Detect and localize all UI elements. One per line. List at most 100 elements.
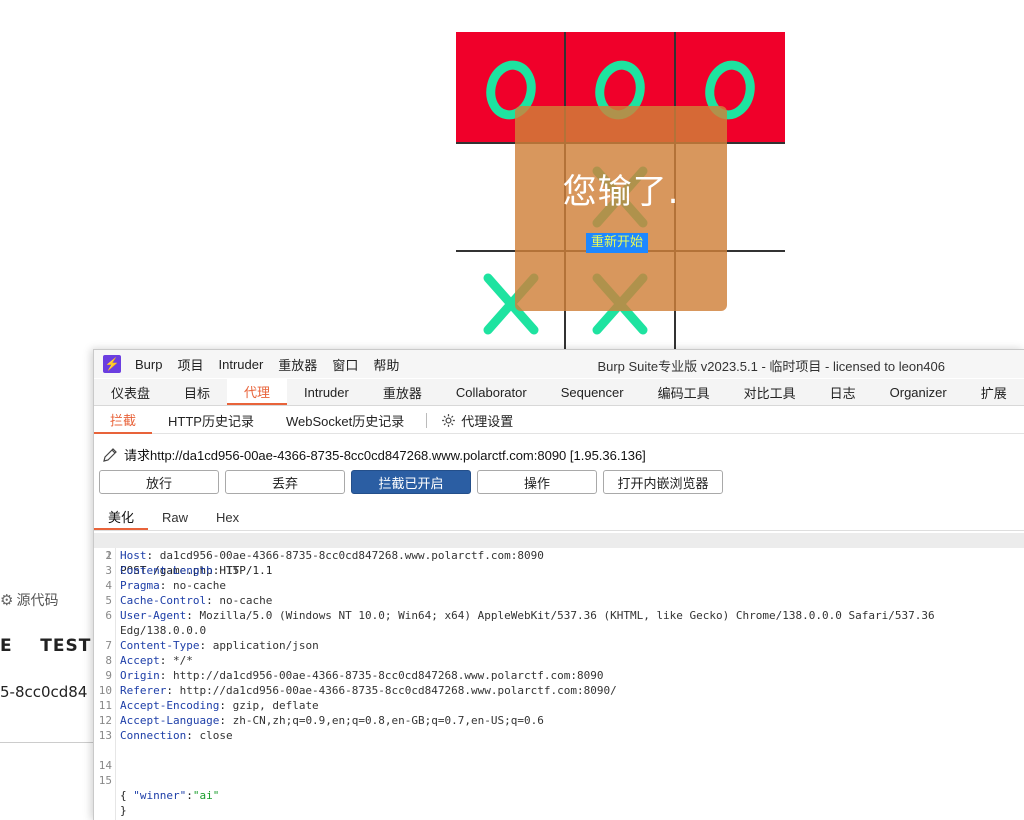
- view-source-label: 源代码: [16, 593, 59, 609]
- restart-button[interactable]: 重新开始: [586, 233, 649, 253]
- tab-decoder[interactable]: 编码工具: [641, 379, 727, 405]
- header-content: Accept: */*: [120, 654, 193, 667]
- tab-collaborator[interactable]: Collaborator: [439, 379, 544, 405]
- tab-dashboard[interactable]: 仪表盘: [94, 379, 167, 405]
- request-target-text: 请求http://da1cd956-00ae-4366-8735-8cc0cd8…: [124, 448, 646, 463]
- header-value: no-cache: [212, 594, 273, 607]
- subtab-http-history[interactable]: HTTP历史记录: [152, 407, 270, 434]
- header-line: 7 Content-Type: application/json: [94, 638, 1024, 653]
- header-content: Accept-Language: zh-CN,zh;q=0.9,en;q=0.8…: [120, 714, 544, 727]
- header-line: 9 Origin: http://da1cd956-00ae-4366-8735-…: [94, 668, 1024, 683]
- tab-organizer[interactable]: Organizer: [873, 379, 964, 405]
- header-content: Pragma: no-cache: [120, 579, 226, 592]
- header-line: 6 User-Agent: Mozilla/5.0 (Windows NT 10.…: [94, 608, 1024, 623]
- tab-intruder[interactable]: Intruder: [287, 379, 366, 405]
- code-line: 1 POST /game.php HTTP/1.1: [94, 533, 1024, 577]
- tab-logger[interactable]: 日志: [813, 379, 873, 405]
- tab-target[interactable]: 目标: [167, 379, 227, 405]
- intercepted-request-info: 请求http://da1cd956-00ae-4366-8735-8cc0cd8…: [102, 445, 646, 464]
- subtab-intercept[interactable]: 拦截: [94, 407, 153, 434]
- forward-button[interactable]: 放行: [99, 470, 219, 494]
- line-number: 2: [105, 549, 112, 562]
- menu-repeater[interactable]: 重放器: [278, 355, 317, 374]
- pencil-icon[interactable]: [102, 447, 118, 463]
- menu-bar: ⚡ Burp 项目 Intruder 重放器 窗口 帮助 Burp Suite专…: [94, 350, 1024, 378]
- background-page-tabs: E TEST: [0, 636, 92, 656]
- header-line: Edg/138.0.0.0: [94, 623, 1024, 638]
- tab-extensions[interactable]: 扩展: [964, 379, 1024, 405]
- divider: [426, 412, 428, 428]
- drop-button[interactable]: 丢弃: [225, 470, 345, 494]
- tab-repeater[interactable]: 重放器: [366, 379, 439, 405]
- open-browser-button[interactable]: 打开内嵌浏览器: [603, 470, 723, 494]
- header-name: Origin: [120, 669, 160, 682]
- menu-help[interactable]: 帮助: [373, 355, 399, 374]
- menu-burp[interactable]: Burp: [135, 357, 162, 372]
- header-content: User-Agent: Mozilla/5.0 (Windows NT 10.0…: [120, 609, 935, 622]
- header-line: 2 Host: da1cd956-00ae-4366-8735-8cc0cd847…: [94, 548, 1024, 563]
- intercept-toolbar: 放行 丢弃 拦截已开启 操作 打开内嵌浏览器: [99, 470, 723, 494]
- header-value: close: [192, 729, 233, 742]
- background-browser-window: ⚙ 源代码 E TEST 5-8cc0cd84: [0, 580, 96, 820]
- line-number: 4: [105, 579, 112, 592]
- header-line: 12 Accept-Language: zh-CN,zh;q=0.9,en;q=0…: [94, 713, 1024, 728]
- main-tab-bar: 仪表盘 目标 代理 Intruder 重放器 Collaborator Sequ…: [94, 379, 1024, 406]
- header-content: Connection: close: [120, 729, 233, 742]
- header-value: zh-CN,zh;q=0.9,en;q=0.8,en-GB;q=0.7,en-U…: [225, 714, 544, 727]
- header-name: Content-Type: [120, 639, 200, 652]
- tab-comparer[interactable]: 对比工具: [727, 379, 813, 405]
- header-line: 13 Connection: close: [94, 728, 1024, 743]
- header-name: Cache-Control: [120, 594, 207, 607]
- line-number: 9: [105, 669, 112, 682]
- burp-suite-window: ⚡ Burp 项目 Intruder 重放器 窗口 帮助 Burp Suite专…: [93, 349, 1024, 820]
- menu-window[interactable]: 窗口: [332, 355, 358, 374]
- action-button[interactable]: 操作: [477, 470, 597, 494]
- proxy-sub-tabs: 拦截 HTTP历史记录 WebSocket历史记录 代理设置: [94, 407, 1024, 434]
- subtab-websocket-history[interactable]: WebSocket历史记录: [270, 407, 420, 434]
- header-content: Host: da1cd956-00ae-4366-8735-8cc0cd8472…: [120, 549, 544, 562]
- header-line: 4 Pragma: no-cache: [94, 578, 1024, 593]
- tab-raw[interactable]: Raw: [148, 505, 202, 530]
- header-value: gzip, deflate: [225, 699, 319, 712]
- request-editor[interactable]: 1 POST /game.php HTTP/1.1 2 Host: da1cd95…: [94, 533, 1024, 820]
- line-number: 10: [98, 684, 112, 697]
- line-number: 7: [105, 639, 112, 652]
- header-line: 10 Referer: http://da1cd956-00ae-4366-873…: [94, 683, 1024, 698]
- header-content: Content-Length: 15: [120, 564, 240, 577]
- line-number: 8: [105, 654, 112, 667]
- game-over-message: 您输了.: [562, 172, 680, 212]
- menu-intruder[interactable]: Intruder: [218, 357, 263, 372]
- header-name: Content-Length: [120, 564, 213, 577]
- header-name: User-Agent: [120, 609, 187, 622]
- header-content: Edg/138.0.0.0: [120, 623, 206, 638]
- header-value: da1cd956-00ae-4366-8735-8cc0cd847268.www…: [153, 549, 544, 562]
- window-title: Burp Suite专业版 v2023.5.1 - 临时项目 - license…: [597, 359, 945, 374]
- header-content: Referer: http://da1cd956-00ae-4366-8735-…: [120, 684, 617, 697]
- line-number: 6: [105, 609, 112, 622]
- header-line: 11 Accept-Encoding: gzip, deflate: [94, 698, 1024, 713]
- header-content: Origin: http://da1cd956-00ae-4366-8735-8…: [120, 669, 604, 682]
- tab-proxy[interactable]: 代理: [227, 379, 288, 405]
- header-value: no-cache: [166, 579, 226, 592]
- bug-icon: ⚙: [0, 591, 14, 609]
- line-number: 13: [98, 729, 112, 742]
- tab-hex[interactable]: Hex: [202, 505, 253, 530]
- header-content: Content-Type: application/json: [120, 639, 319, 652]
- line-number: 11: [98, 699, 112, 712]
- header-line: 5 Cache-Control: no-cache: [94, 593, 1024, 608]
- intercept-toggle-button[interactable]: 拦截已开启: [351, 470, 471, 494]
- background-url-fragment: 5-8cc0cd84: [0, 683, 88, 701]
- proxy-settings-button[interactable]: 代理设置: [435, 411, 513, 430]
- gear-icon: [442, 413, 456, 427]
- proxy-settings-label: 代理设置: [461, 413, 514, 429]
- divider: [0, 742, 96, 743]
- line-number: 12: [98, 714, 112, 727]
- view-source-link[interactable]: ⚙ 源代码: [0, 590, 58, 610]
- menu-project[interactable]: 项目: [177, 355, 203, 374]
- header-value: http://da1cd956-00ae-4366-8735-8cc0cd847…: [166, 669, 604, 682]
- header-name: Accept-Encoding: [120, 699, 220, 712]
- header-line: 3 Content-Length: 15: [94, 563, 1024, 578]
- tab-pretty[interactable]: 美化: [94, 505, 149, 530]
- header-value: Mozilla/5.0 (Windows NT 10.0; Win64; x64…: [192, 609, 935, 622]
- tab-sequencer[interactable]: Sequencer: [544, 379, 641, 405]
